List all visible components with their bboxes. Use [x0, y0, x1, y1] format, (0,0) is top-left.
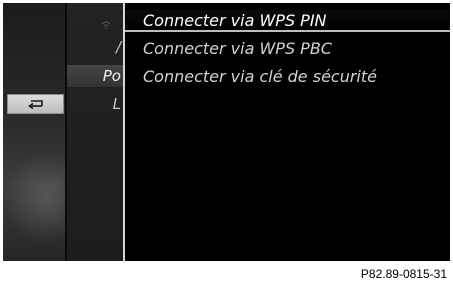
middle-menu-item-label: /	[115, 38, 121, 56]
back-arrow-icon	[27, 99, 45, 109]
menu-item-security-key[interactable]: Connecter via clé de sécurité	[125, 66, 450, 88]
menu-item-label: Connecter via clé de sécurité	[143, 67, 377, 86]
head-unit-screen: / Po L Connecter via WPS PIN Connecter v…	[3, 3, 450, 261]
menu-item-label: Connecter via WPS PBC	[143, 39, 332, 58]
middle-menu-item-label: Po	[102, 67, 121, 85]
left-panel	[3, 3, 65, 261]
middle-menu-panel: / Po L	[67, 3, 123, 261]
menu-item-label: Connecter via WPS PIN	[143, 11, 327, 30]
middle-menu-item-active[interactable]: Po	[67, 65, 123, 87]
middle-menu-item[interactable]: /	[67, 36, 123, 58]
wifi-icon	[101, 14, 111, 29]
menu-item-wps-pin[interactable]: Connecter via WPS PIN	[125, 10, 450, 32]
middle-menu-item-label: L	[112, 95, 121, 113]
connection-menu: Connecter via WPS PIN Connecter via WPS …	[125, 3, 450, 261]
menu-item-wps-pbc[interactable]: Connecter via WPS PBC	[125, 38, 450, 60]
middle-menu-item[interactable]: L	[67, 93, 123, 115]
figure-reference-code: P82.89-0815-31	[360, 267, 447, 281]
back-button[interactable]	[7, 94, 64, 114]
